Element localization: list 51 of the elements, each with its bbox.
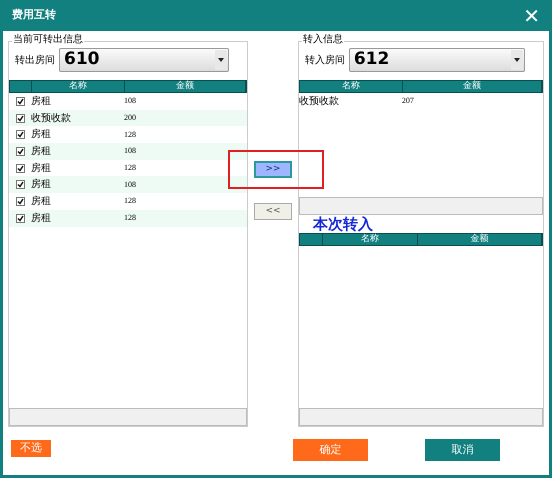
dropdown-arrow-icon [218,58,224,62]
column-header[interactable]: 名称 [32,81,125,92]
checkbox[interactable] [16,114,24,123]
table-cell-text: 收预收款 [298,94,340,108]
move-button[interactable]: << [254,203,292,220]
window-title: 费用互转 [12,7,56,24]
field-label: 转出房间 [15,54,55,68]
section-title: 本次转入 [312,215,374,233]
field-label: 转入房间 [304,54,345,68]
room-dropdown[interactable]: 612 [348,48,525,72]
table-cell-text: 收预收款 [31,112,72,126]
column-header[interactable]: 金额 [402,81,542,92]
scrollbar[interactable] [9,408,248,426]
table-cell-text: 房租 [31,94,52,109]
table-cell: 128 [124,128,136,141]
table-cell: 207 [402,95,414,107]
action-button[interactable]: 取消 [425,439,500,461]
scrollbar[interactable] [298,408,543,426]
checkbox[interactable] [16,180,24,190]
table-cell-text: 房租 [31,194,52,209]
table-cell: 108 [124,95,136,108]
table-cell: 128 [124,195,136,208]
table-cell-text: 房租 [31,128,52,142]
checkbox[interactable] [16,146,24,156]
column-header[interactable]: 金额 [125,81,246,92]
column-header[interactable]: 名称 [300,81,403,92]
table-cell: 128 [124,212,136,224]
action-button[interactable]: 确定 [293,439,368,461]
room-dropdown[interactable]: 610 [59,48,230,72]
table-cell: 200 [124,112,136,124]
table-cell: 108 [124,145,136,158]
checkbox[interactable] [16,196,24,206]
checkbox[interactable] [16,96,24,106]
table-cell-text: 房租 [31,162,52,176]
scrollbar[interactable] [298,197,543,215]
table-cell: 108 [124,178,136,191]
dropdown-arrow-icon [514,58,520,62]
checkbox[interactable] [16,214,24,223]
column-header[interactable]: 名称 [322,234,418,245]
group-legend: 当前可转出信息 [12,34,84,46]
close-icon[interactable]: ✕ [523,6,540,26]
table-cell-text: 房租 [31,212,52,226]
table-cell: 128 [124,162,136,174]
table-cell-text: 房租 [31,144,52,159]
group-legend: 转入信息 [302,34,344,46]
checkbox[interactable] [16,130,24,140]
action-button[interactable]: 不选 [11,440,51,457]
table-cell-text: 房租 [31,178,52,192]
column-header[interactable]: 金额 [418,234,542,245]
checkbox[interactable] [16,164,24,173]
move-button[interactable]: >> [254,161,292,178]
